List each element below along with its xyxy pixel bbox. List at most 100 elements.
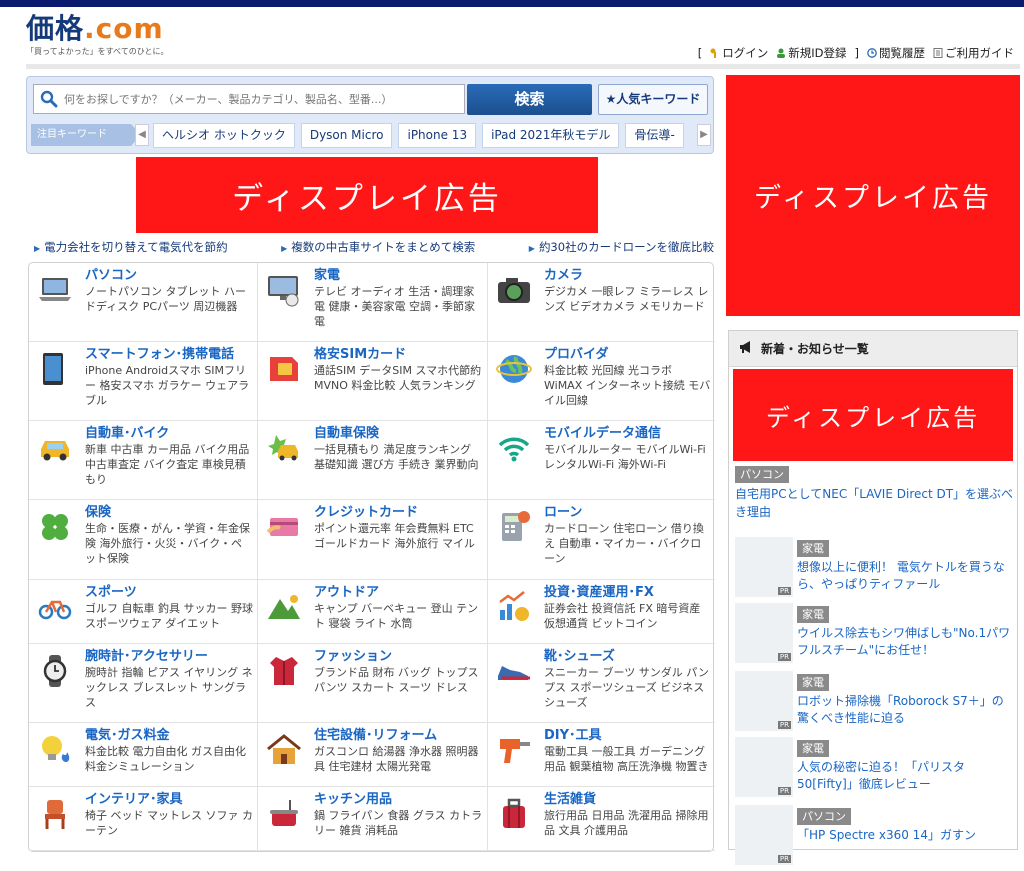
category-title[interactable]: 腕時計･アクセサリー — [85, 648, 253, 665]
news-text[interactable]: 人気の秘密に迫る！「パリスタ 50[Fifty]」徹底レビュー — [797, 759, 1015, 793]
category-subcategories[interactable]: 鍋 フライパン 食器 グラス カトラリー 雑貨 消耗品 — [314, 808, 483, 838]
category-title[interactable]: 住宅設備･リフォーム — [314, 727, 483, 744]
category-subcategories[interactable]: 証券会社 投資信託 FX 暗号資産 仮想通貨 ビットコイン — [544, 601, 711, 631]
category-cell: ローン カードローン 住宅ローン 借り換え 自動車・マイカー・バイクローン — [488, 500, 715, 580]
login-link[interactable]: ログイン — [710, 45, 768, 61]
category-title[interactable]: 家電 — [314, 267, 483, 284]
megaphone-icon — [739, 340, 755, 357]
category-title[interactable]: ファッション — [314, 648, 483, 665]
category-subcategories[interactable]: ブランド品 財布 バッグ トップス パンツ スカート スーツ ドレス — [314, 665, 483, 695]
category-title[interactable]: 保険 — [85, 504, 253, 521]
news-feature-text[interactable]: 自宅用PCとしてNEC「LAVIE Direct DT」を選ぶべき理由 — [735, 485, 1015, 521]
category-title[interactable]: 自動車保険 — [314, 425, 483, 442]
category-subcategories[interactable]: 一括見積もり 満足度ランキング 基礎知識 選び方 手続き 業界動向 — [314, 442, 483, 472]
category-subcategories[interactable]: カードローン 住宅ローン 借り換え 自動車・マイカー・バイクローン — [544, 521, 711, 566]
category-cell: 生活雑貨 旅行用品 日用品 洗濯用品 掃除用品 文具 介護用品 — [488, 787, 715, 851]
category-subcategories[interactable]: テレビ オーディオ 生活・調理家電 健康・美容家電 空調・季節家電 — [314, 284, 483, 329]
category-subcategories[interactable]: 通話SIM データSIM スマホ代節約 MVNO 料金比較 人気ランキング — [314, 363, 483, 393]
category-title[interactable]: 格安SIMカード — [314, 346, 483, 363]
news-item[interactable]: PR パソコン 「HP Spectre x360 14」ガすン — [735, 805, 1015, 871]
category-title[interactable]: モバイルデータ通信 — [544, 425, 711, 442]
news-text[interactable]: ロボット掃除機「Roborock S7＋」の驚くべき性能に迫る — [797, 693, 1015, 727]
category-cell: 腕時計･アクセサリー 腕時計 指輪 ピアス イヤリング ネックレス ブレスレット … — [29, 643, 258, 723]
keyword-next-button[interactable]: ▶ — [697, 124, 711, 146]
category-subcategories[interactable]: 電動工具 一般工具 ガーデニング用品 観葉植物 高圧洗浄機 物置き — [544, 744, 711, 774]
news-text[interactable]: 想像以上に便利！ 電気ケトルを買うなら、やっぱりティファール — [797, 559, 1015, 593]
keyword-chip[interactable]: iPhone 13 — [398, 123, 477, 148]
category-subcategories[interactable]: スニーカー ブーツ サンダル パンプス スポーツシューズ ビジネスシューズ — [544, 665, 711, 710]
news-header[interactable]: 新着・お知らせ一覧 — [729, 331, 1017, 367]
display-ad-news[interactable]: ディスプレイ広告 — [733, 369, 1013, 461]
category-title[interactable]: ローン — [544, 504, 711, 521]
display-ad-banner[interactable]: ディスプレイ広告 — [136, 157, 598, 233]
keyword-chip[interactable]: ヘルシオ ホットクック — [153, 123, 295, 148]
category-subcategories[interactable]: 椅子 ベッド マットレス ソファ カーテン — [85, 808, 253, 838]
category-subcategories[interactable]: 料金比較 光回線 光コラボ WiMAX インターネット接続 モバイル回線 — [544, 363, 711, 408]
popular-keywords-button[interactable]: ★人気キーワード — [598, 84, 708, 115]
register-link[interactable]: 新規ID登録 — [776, 45, 847, 61]
category-subcategories[interactable]: ポイント還元率 年会費無料 ETC ゴールドカード 海外旅行 マイル — [314, 521, 483, 551]
category-subcategories[interactable]: iPhone Androidスマホ SIMフリー 格安スマホ ガラケー ウェアラ… — [85, 363, 253, 408]
category-subcategories[interactable]: モバイルルーター モバイルWi-Fi レンタルWi-Fi 海外Wi-Fi — [544, 442, 711, 472]
news-item[interactable]: PR 家電 想像以上に便利！ 電気ケトルを買うなら、やっぱりティファール — [735, 537, 1015, 603]
news-feature[interactable]: パソコン 自宅用PCとしてNEC「LAVIE Direct DT」を選ぶべき理由 — [735, 463, 1015, 521]
news-thumbnail[interactable]: PR — [735, 805, 793, 865]
category-title[interactable]: カメラ — [544, 267, 711, 284]
news-item[interactable]: PR 家電 ウイルス除去もシワ伸ばしも"No.1パワフルスチーム"にお任せ！ — [735, 603, 1015, 669]
site-logo[interactable]: 価格.com 「買ってよかった」をすべてのひとに。 — [26, 14, 168, 57]
display-ad-sidebar[interactable]: ディスプレイ広告 — [726, 75, 1020, 316]
category-title[interactable]: スポーツ — [85, 584, 253, 601]
search-input[interactable] — [64, 92, 464, 106]
category-subcategories[interactable]: 腕時計 指輪 ピアス イヤリング ネックレス ブレスレット サングラス — [85, 665, 253, 710]
news-thumbnail[interactable]: PR — [735, 603, 793, 663]
keyword-chip[interactable]: 骨伝導- — [625, 123, 684, 148]
category-title[interactable]: プロバイダ — [544, 346, 711, 363]
category-title[interactable]: インテリア･家具 — [85, 791, 253, 808]
category-subcategories[interactable]: 生命・医療・がん・学資・年金保険 海外旅行・火災・バイク・ペット保険 — [85, 521, 253, 566]
search-button[interactable]: 検索 — [467, 84, 592, 115]
category-subcategories[interactable]: デジカメ 一眼レフ ミラーレス レンズ ビデオカメラ メモリカード — [544, 284, 711, 314]
news-item[interactable]: PR 家電 ロボット掃除機「Roborock S7＋」の驚くべき性能に迫る — [735, 671, 1015, 737]
category-title[interactable]: 自動車･バイク — [85, 425, 253, 442]
category-subcategories[interactable]: 料金比較 電力自由化 ガス自由化 料金シミュレーション — [85, 744, 253, 774]
drill-icon — [494, 731, 534, 769]
promo-link[interactable]: ▶ 電力会社を切り替えて電気代を節約 — [34, 239, 228, 255]
category-title[interactable]: スマートフォン･携帯電話 — [85, 346, 253, 363]
keyword-chip[interactable]: iPad 2021年秋モデル — [482, 123, 620, 148]
promo-links: ▶ 電力会社を切り替えて電気代を節約 ▶ 複数の中古車サイトをまとめて検索 ▶ 約30… — [34, 239, 714, 255]
news-thumbnail[interactable]: PR — [735, 537, 793, 597]
category-subcategories[interactable]: ガスコンロ 給湯器 浄水器 照明器具 住宅建材 太陽光発電 — [314, 744, 483, 774]
category-subcategories[interactable]: キャンプ バーベキュー 登山 テント 寝袋 ライト 水筒 — [314, 601, 483, 631]
category-cell: 自動車保険 一括見積もり 満足度ランキング 基礎知識 選び方 手続き 業界動向 — [258, 421, 488, 501]
news-text[interactable]: ウイルス除去もシワ伸ばしも"No.1パワフルスチーム"にお任せ！ — [797, 625, 1015, 659]
news-panel: 新着・お知らせ一覧 ディスプレイ広告 パソコン 自宅用PCとしてNEC「LAVI… — [728, 330, 1018, 865]
promo-link[interactable]: ▶ 複数の中古車サイトをまとめて検索 — [281, 239, 475, 255]
news-item[interactable]: PR 家電 人気の秘密に迫る！「パリスタ 50[Fifty]」徹底レビュー — [735, 737, 1015, 803]
guide-link[interactable]: ご利用ガイド — [933, 45, 1014, 61]
category-cell: 投資･資産運用･FX 証券会社 投資信託 FX 暗号資産 仮想通貨 ビットコイン — [488, 580, 715, 644]
category-title[interactable]: アウトドア — [314, 584, 483, 601]
category-subcategories[interactable]: ノートパソコン タブレット ハードディスク PCパーツ 周辺機器 — [85, 284, 253, 314]
category-cell: インテリア･家具 椅子 ベッド マットレス ソファ カーテン — [29, 786, 258, 851]
news-thumbnail[interactable]: PR — [735, 671, 793, 731]
keyword-prev-button[interactable]: ◀ — [135, 124, 149, 146]
category-subcategories[interactable]: 旅行用品 日用品 洗濯用品 掃除用品 文具 介護用品 — [544, 808, 711, 838]
category-title[interactable]: パソコン — [85, 267, 253, 284]
category-title[interactable]: クレジットカード — [314, 504, 483, 521]
news-thumbnail[interactable]: PR — [735, 737, 793, 797]
category-subcategories[interactable]: 新車 中古車 カー用品 バイク用品 中古車査定 バイク査定 車検見積もり — [85, 442, 253, 487]
category-title[interactable]: 靴･シューズ — [544, 648, 711, 665]
top-bar — [0, 0, 1024, 7]
category-title[interactable]: DIY･工具 — [544, 727, 711, 744]
news-text[interactable]: 「HP Spectre x360 14」ガすン — [797, 827, 976, 844]
pr-badge: PR — [777, 855, 791, 863]
history-link[interactable]: 閲覧履歴 — [867, 45, 925, 61]
keyword-chip[interactable]: Dyson Micro — [300, 123, 393, 148]
category-title[interactable]: キッチン用品 — [314, 791, 483, 808]
category-subcategories[interactable]: ゴルフ 自転車 釣具 サッカー 野球 スポーツウェア ダイエット — [85, 601, 253, 631]
category-title[interactable]: 電気･ガス料金 — [85, 727, 253, 744]
promo-link[interactable]: ▶ 約30社のカードローンを徹底比較 — [529, 239, 714, 255]
category-title[interactable]: 投資･資産運用･FX — [544, 584, 711, 601]
search-field[interactable] — [33, 84, 465, 114]
category-title[interactable]: 生活雑貨 — [544, 791, 711, 808]
